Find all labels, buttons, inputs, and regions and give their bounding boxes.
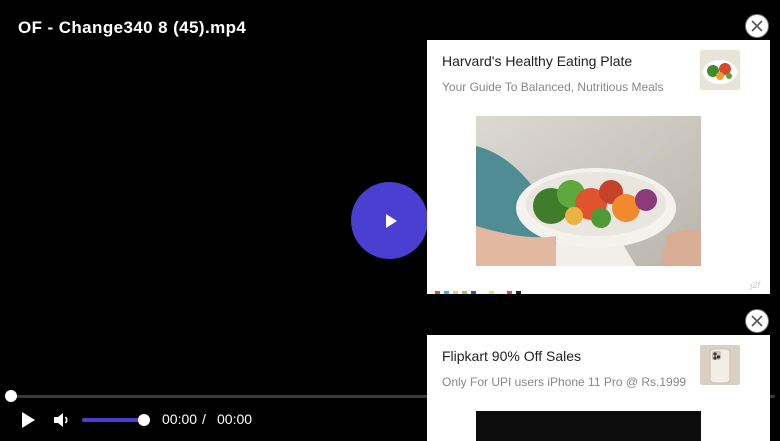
close-icon (751, 315, 763, 327)
ad-banner-image[interactable] (476, 411, 701, 441)
ad-title[interactable]: Flipkart 90% Off Sales (442, 348, 581, 364)
healthy-bowl-photo[interactable] (476, 116, 701, 266)
ad-subtitle: Your Guide To Balanced, Nutritious Meals (442, 80, 664, 94)
play-icon (385, 213, 397, 228)
close-ad-button[interactable] (745, 309, 769, 333)
ad-title[interactable]: Harvard's Healthy Eating Plate (442, 53, 632, 69)
ad-subtitle: Only For UPI users iPhone 11 Pro @ Rs.19… (442, 375, 687, 389)
duration-time: 00:00 (217, 411, 253, 427)
close-ad-button[interactable] (745, 14, 769, 38)
play-button[interactable] (18, 410, 38, 430)
speaker-icon (54, 413, 68, 427)
big-play-button[interactable] (351, 182, 428, 259)
salad-bowl-image[interactable] (700, 50, 740, 90)
video-title: OF - Change340 8 (45).mp4 (18, 18, 247, 37)
volume-slider[interactable] (82, 418, 144, 422)
ad-card-healthy-eating[interactable]: Harvard's Healthy Eating Plate Your Guid… (427, 40, 770, 294)
ad-card-flipkart[interactable]: Flipkart 90% Off Sales Only For UPI user… (427, 335, 770, 441)
play-icon (22, 412, 35, 428)
current-time: 00:00 (162, 411, 198, 427)
close-icon (751, 20, 763, 32)
ad-tag: j2f (750, 280, 760, 290)
time-separator: / (202, 411, 206, 427)
volume-handle[interactable] (138, 414, 150, 426)
ad-color-dots (435, 291, 521, 294)
seek-handle[interactable] (5, 390, 17, 402)
iphone-image[interactable] (700, 345, 740, 385)
volume-button[interactable] (52, 410, 72, 430)
